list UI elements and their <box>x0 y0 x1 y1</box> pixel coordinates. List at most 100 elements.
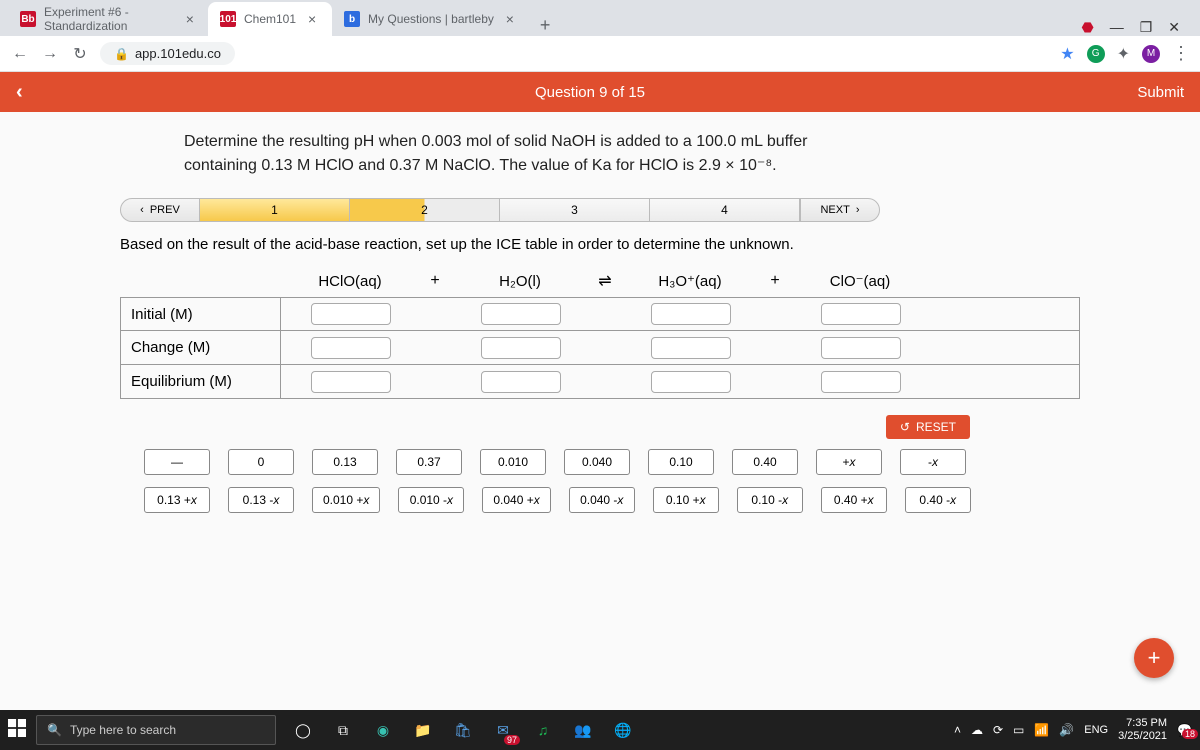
answer-chip[interactable]: 0.040 - x <box>569 487 635 513</box>
teams-icon[interactable]: 👥 <box>570 717 596 743</box>
ice-cell-input[interactable] <box>651 371 731 393</box>
answer-chip[interactable]: 0.010 <box>480 449 546 475</box>
cortana-icon[interactable]: ◯ <box>290 717 316 743</box>
answer-chip[interactable]: 0.040 <box>564 449 630 475</box>
ice-row-label: Equilibrium (M) <box>121 365 281 398</box>
equilibrium-arrows-icon: ⇌ <box>590 271 620 291</box>
store-icon[interactable]: 🛍 <box>450 717 476 743</box>
step-1[interactable]: 1 <box>200 199 350 221</box>
extension-g-icon[interactable]: G <box>1087 45 1105 63</box>
ice-cell-input[interactable] <box>821 303 901 325</box>
ice-cell-input[interactable] <box>821 371 901 393</box>
windows-icon <box>8 719 26 737</box>
taskbar-search[interactable]: 🔍 Type here to search <box>36 715 276 745</box>
close-icon[interactable]: × <box>502 11 518 27</box>
shield-icon[interactable]: ⬣ <box>1081 19 1093 36</box>
add-fab-button[interactable]: + <box>1134 638 1174 678</box>
answer-chip[interactable]: 0.010 + x <box>312 487 380 513</box>
close-window-button[interactable]: ✕ <box>1168 19 1180 36</box>
back-chevron-icon[interactable]: ‹ <box>16 81 23 104</box>
plus-icon: + <box>420 272 450 290</box>
reload-button[interactable]: ↻ <box>70 44 90 64</box>
next-step-button[interactable]: NEXT › <box>800 198 880 222</box>
window-controls: ⬣ — ❐ ✕ <box>1069 19 1192 36</box>
url-field[interactable]: 🔒 app.101edu.co <box>100 42 235 65</box>
ice-row: Initial (M) <box>120 297 1080 331</box>
bookmark-star-icon[interactable]: ★ <box>1060 44 1074 64</box>
minimize-button[interactable]: — <box>1110 19 1124 36</box>
spotify-icon[interactable]: ♫ <box>530 717 556 743</box>
ice-cell-input[interactable] <box>481 371 561 393</box>
ice-cell-input[interactable] <box>311 303 391 325</box>
answer-chip[interactable]: 0.13 - x <box>228 487 294 513</box>
back-button[interactable]: ← <box>10 45 30 63</box>
clock[interactable]: 7:35 PM 3/25/2021 <box>1118 717 1167 743</box>
chevron-left-icon: ‹ <box>140 204 144 216</box>
reset-button[interactable]: ↺ RESET <box>886 415 970 439</box>
step-2[interactable]: 2 <box>350 199 500 221</box>
close-icon[interactable]: × <box>184 11 196 27</box>
answer-chip[interactable]: 0.40 - x <box>905 487 971 513</box>
tray-chevron-icon[interactable]: ˄ <box>954 723 961 737</box>
ice-cell-input[interactable] <box>311 371 391 393</box>
ice-cell-input[interactable] <box>311 337 391 359</box>
answer-chip[interactable]: +x <box>816 449 882 475</box>
answer-chip[interactable]: 0.37 <box>396 449 462 475</box>
step-3[interactable]: 3 <box>500 199 650 221</box>
ice-cell-input[interactable] <box>481 337 561 359</box>
answer-chip[interactable]: — <box>144 449 210 475</box>
ice-cell-input[interactable] <box>651 303 731 325</box>
search-icon: 🔍 <box>47 723 62 737</box>
ice-cell-input[interactable] <box>481 303 561 325</box>
chrome-icon[interactable]: 🌐 <box>610 717 636 743</box>
answer-chip[interactable]: 0.40 <box>732 449 798 475</box>
answer-chip[interactable]: 0.40 + x <box>821 487 887 513</box>
answer-chip[interactable]: 0.10 <box>648 449 714 475</box>
answer-chip[interactable]: 0 <box>228 449 294 475</box>
forward-button[interactable]: → <box>40 45 60 63</box>
prev-step-button[interactable]: ‹ PREV <box>120 198 200 222</box>
favicon-bb: Bb <box>20 11 36 27</box>
explorer-icon[interactable]: 📁 <box>410 717 436 743</box>
answer-chip[interactable]: 0.040 + x <box>482 487 550 513</box>
ice-cell <box>621 303 761 325</box>
language-indicator[interactable]: ENG <box>1084 724 1108 736</box>
ice-cell-input[interactable] <box>651 337 731 359</box>
ice-cell <box>791 303 931 325</box>
species-h2o: H₂O(l) <box>450 273 590 290</box>
wifi-icon[interactable]: 📶 <box>1034 723 1049 737</box>
answer-chip[interactable]: 0.010 - x <box>398 487 464 513</box>
undo-icon: ↺ <box>900 420 910 434</box>
close-icon[interactable]: × <box>304 11 320 27</box>
volume-icon[interactable]: 🔊 <box>1059 723 1074 737</box>
restore-button[interactable]: ❐ <box>1140 19 1153 36</box>
ice-cell-input[interactable] <box>821 337 901 359</box>
onedrive-icon[interactable]: ☁ <box>971 723 983 737</box>
answer-chip[interactable]: 0.10 - x <box>737 487 803 513</box>
edge-icon[interactable]: ◉ <box>370 717 396 743</box>
question-counter: Question 9 of 15 <box>535 84 645 101</box>
tab-chem101[interactable]: 101 Chem101 × <box>208 2 332 36</box>
extensions-icon[interactable]: ✦ <box>1117 44 1130 64</box>
step-4[interactable]: 4 <box>650 199 800 221</box>
profile-avatar[interactable]: M <box>1142 45 1160 63</box>
task-view-icon[interactable]: ⧉ <box>330 717 356 743</box>
action-center-icon[interactable]: 💬 <box>1177 723 1192 737</box>
kebab-menu-icon[interactable]: ⋮ <box>1172 43 1190 64</box>
chevron-right-icon: › <box>856 204 860 216</box>
ice-cell <box>451 371 591 393</box>
date: 3/25/2021 <box>1118 730 1167 743</box>
answer-chip[interactable]: 0.13 <box>312 449 378 475</box>
update-icon[interactable]: ⟳ <box>993 723 1003 737</box>
answer-chip[interactable]: 0.13 + x <box>144 487 210 513</box>
tab-bartleby[interactable]: b My Questions | bartleby × <box>332 2 530 36</box>
windows-taskbar: 🔍 Type here to search ◯ ⧉ ◉ 📁 🛍 ✉ ♫ 👥 🌐 … <box>0 710 1200 750</box>
submit-button[interactable]: Submit <box>1137 84 1184 101</box>
answer-chip[interactable]: 0.10 + x <box>653 487 719 513</box>
battery-icon[interactable]: ▭ <box>1013 723 1024 737</box>
tab-experiment6[interactable]: Bb Experiment #6 - Standardization × <box>8 2 208 36</box>
mail-icon[interactable]: ✉ <box>490 717 516 743</box>
answer-chip[interactable]: -x <box>900 449 966 475</box>
new-tab-button[interactable]: + <box>530 15 561 36</box>
start-button[interactable] <box>8 719 26 742</box>
